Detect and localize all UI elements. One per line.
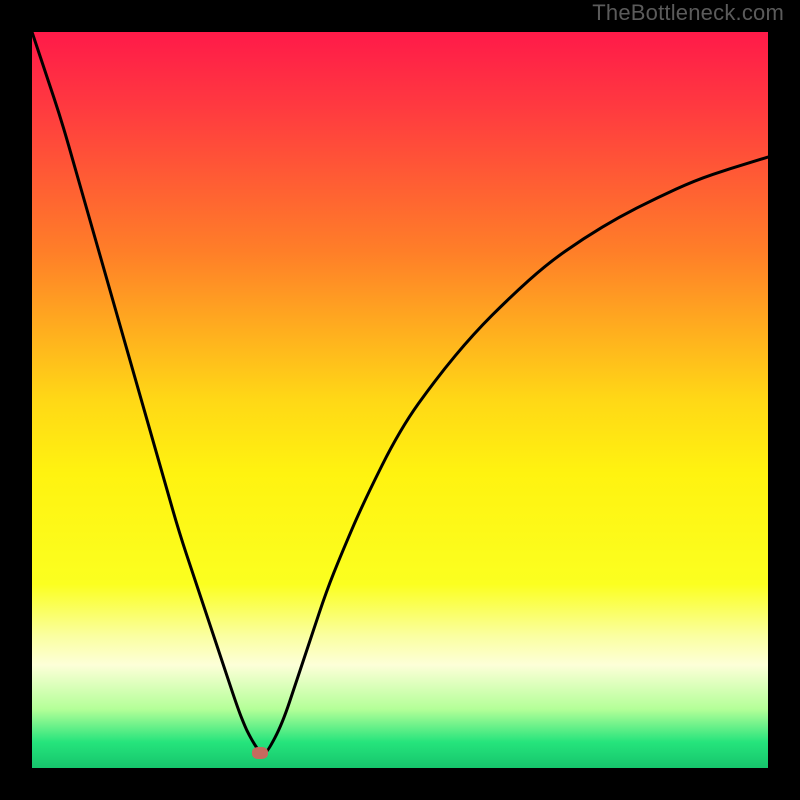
chart-frame: TheBottleneck.com [0,0,800,800]
gradient-background [32,32,768,768]
plot-area [32,32,768,768]
watermark-text: TheBottleneck.com [592,0,784,26]
